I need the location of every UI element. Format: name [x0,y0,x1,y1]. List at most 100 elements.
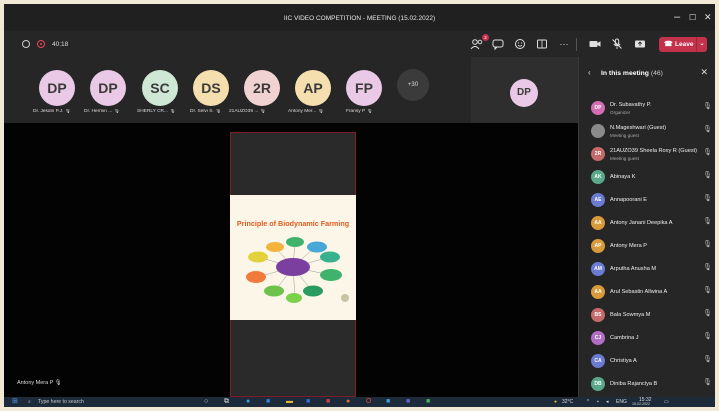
mic-off-icon: 🎙 [703,103,712,110]
participant-avatar[interactable]: DS [193,70,229,106]
chevron-down-icon[interactable]: ⌄ [696,37,707,52]
language-indicator[interactable]: ENG [616,399,627,405]
participant-name: Bala Sowmya M [610,312,651,318]
panel-header: ‹ In this meeting (46) ✕ [579,57,715,87]
store-icon[interactable]: ■ [266,398,270,406]
participant-avatar: AE [591,193,605,207]
participant-row[interactable]: DB Diniba Rajanciya B 🎙 [579,374,715,396]
close-panel-icon[interactable]: ✕ [700,67,708,78]
network-icon[interactable]: ▪ [597,399,599,405]
participant-name: Fransy P 🎙 [346,109,373,114]
participant-row[interactable]: AE Annapoorani E 🎙 [579,190,715,212]
opera-icon[interactable]: O [366,398,371,406]
word-icon[interactable]: ■ [306,398,310,406]
mic-off-icon: 🎙 [703,172,712,179]
close-window-button[interactable]: ✕ [704,12,712,23]
volume-icon[interactable]: ◂ [606,399,609,405]
windows-taskbar: ⊞ ⌕ Type here to search ○ ⧉ ● ■ ▬ ■ ■ ● … [4,397,715,407]
back-chevron-icon[interactable]: ‹ [588,68,591,77]
participant-row[interactable]: AA Arul Sebastin Allwina A 🎙 [579,282,715,304]
recording-icon [37,40,45,48]
participant-name: 21AUZO39 ... 🎙 [229,109,266,114]
participant-avatar: CA [591,354,605,368]
taskbar-search-box[interactable]: ⌕ Type here to search [26,397,186,407]
participant-row[interactable]: AP Antony Mera P 🎙 [579,236,715,258]
participant-avatar[interactable]: DP [90,70,126,106]
clock-date: 15-02-2022 [632,402,650,406]
file-explorer-icon[interactable]: ▬ [286,398,293,406]
participant-row[interactable]: CA Christiya A 🎙 [579,351,715,373]
participant-name: N.Mageshwari (Guest) [610,125,666,131]
camera-icon[interactable] [588,37,602,51]
participant-name: Dr. Hermin ... 🎙 [84,109,120,114]
participant-avatar: CJ [591,331,605,345]
mic-off-icon[interactable] [610,37,624,51]
participant-name: 21AUZO39 Sheela Roxy R (Guest) [610,148,698,154]
participant-row[interactable]: AA Antony Janani Deepika A 🎙 [579,213,715,235]
powerpoint-icon[interactable]: ■ [326,398,330,406]
guest-avatar-icon [591,124,605,138]
firefox-icon[interactable]: ● [346,398,350,406]
participant-row[interactable]: CJ Cambrina J 🎙 [579,328,715,350]
header-divider [576,38,577,51]
mind-map-diagram [246,237,349,303]
self-avatar: DP [510,79,538,107]
participant-name: Antony Mer... 🎙 [288,109,324,114]
participant-avatar: AM [591,262,605,276]
shared-slide: Principle of Biodynamic Farming [230,195,356,320]
participant-row[interactable]: DP Dr. Subavathy P. Organizer 🎙 [579,98,715,120]
weather-icon[interactable]: ● [554,399,557,405]
mail-icon[interactable]: ■ [386,398,390,406]
excel-icon[interactable]: ■ [426,398,430,406]
mic-off-icon: 🎙 [703,379,712,386]
tray-expand-icon[interactable]: ^ [587,399,589,405]
reactions-icon[interactable] [513,37,527,51]
participant-row[interactable]: AK Abinaya K 🎙 [579,167,715,189]
meeting-timer: 40:18 [52,41,69,48]
notifications-icon[interactable]: ▭ [664,399,669,405]
mic-off-icon: 🎙 [703,126,712,133]
participant-row[interactable]: AM Arputha Anusha M 🎙 [579,259,715,281]
participant-name: Dr. Subavathy P. [610,102,652,108]
share-icon[interactable] [633,37,647,51]
participant-avatar: DB [591,377,605,391]
participant-avatar[interactable]: DP [39,70,75,106]
mic-off-icon: 🎙 [703,195,712,202]
phone-hangup-icon: ☎ [664,41,673,48]
participant-name: Arul Sebastin Allwina A [610,289,668,295]
participant-avatar[interactable]: SC [142,70,178,106]
rooms-icon[interactable] [535,37,549,51]
stop-recording-icon[interactable] [22,40,30,48]
participant-avatar[interactable]: 2R [244,70,280,106]
chat-icon[interactable] [491,37,505,51]
participant-avatar: DP [591,101,605,115]
participant-name: Antony Mera P [610,243,647,249]
leave-button[interactable]: ☎ Leave ⌄ [659,37,707,52]
task-view-icon[interactable]: ⧉ [224,398,229,406]
mic-off-icon: 🎙 [703,333,712,340]
more-participants-button[interactable]: +30 [397,69,429,101]
participant-avatar[interactable]: FP [346,70,382,106]
teams-window: IIC VIDEO COMPETITION - MEETING (15.02.2… [4,4,715,407]
more-icon[interactable]: ··· [557,37,571,51]
mic-off-icon: 🎙 [703,218,712,225]
self-video-tile[interactable]: DP [471,57,578,123]
participant-name: Christiya A [610,358,637,364]
cortana-icon[interactable]: ○ [204,398,208,406]
participant-row[interactable]: BS Bala Sowmya M 🎙 [579,305,715,327]
participant-role: Meeting guest [610,133,639,138]
mic-off-icon: 🎙 [703,356,712,363]
participant-name: SHERLY CR... 🎙 [137,109,176,114]
participant-name: Antony Janani Deepika A [610,220,673,226]
participants-panel: ‹ In this meeting (46) ✕ DP Dr. Subavath… [578,57,715,397]
edge-icon[interactable]: ● [246,398,250,406]
participant-row[interactable]: N.Mageshwari (Guest) Meeting guest 🎙 [579,121,715,143]
participant-row[interactable]: 2R 21AUZO39 Sheela Roxy R (Guest) Meetin… [579,144,715,166]
windows-start-icon[interactable]: ⊞ [12,398,18,406]
maximize-button[interactable]: ☐ [689,13,696,22]
mic-off-icon: 🎙 [703,241,712,248]
teams-icon[interactable]: ■ [406,398,410,406]
temperature: 32°C [562,399,574,405]
minimize-button[interactable]: – [674,11,680,23]
participant-avatar[interactable]: AP [295,70,331,106]
